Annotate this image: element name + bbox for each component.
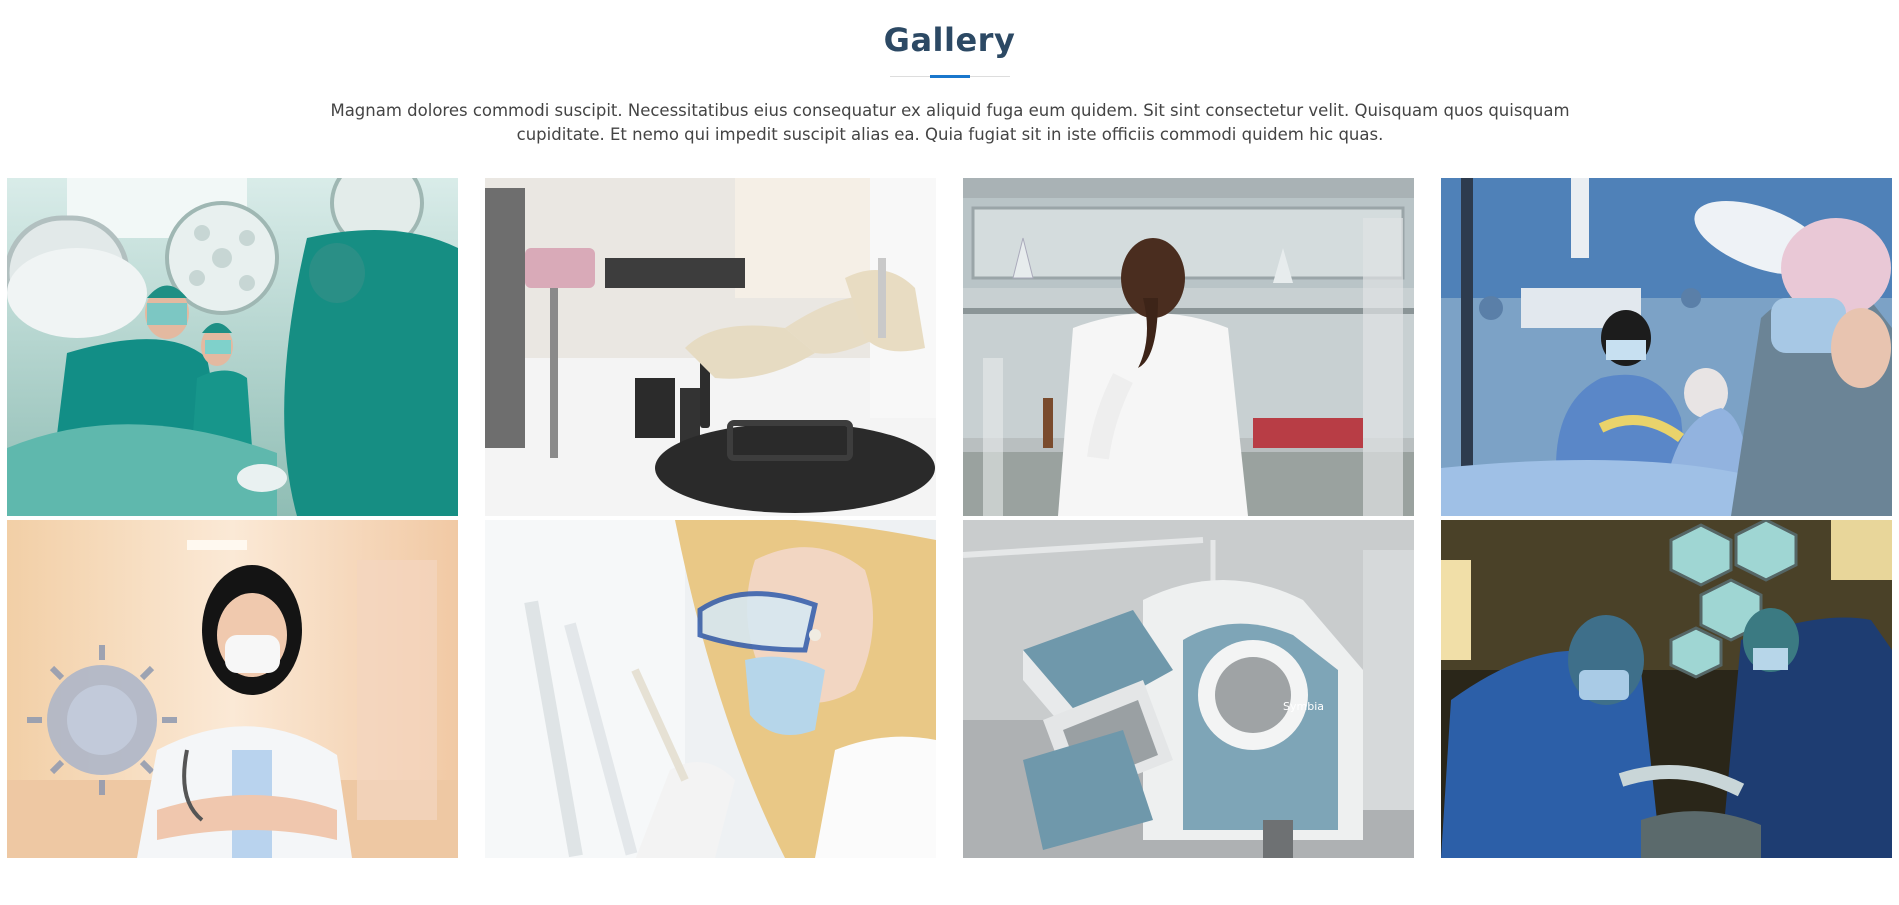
nurse-corridor-virus-photo (7, 520, 458, 858)
gallery-item[interactable] (485, 178, 936, 516)
section-title: Gallery (0, 18, 1899, 62)
surgical-team-blue-photo (1441, 178, 1892, 516)
gallery-item[interactable] (963, 178, 1414, 516)
section-description: Magnam dolores commodi suscipit. Necessi… (330, 101, 1570, 144)
gallery-item[interactable] (1441, 178, 1892, 516)
gallery-item[interactable] (7, 520, 458, 858)
page-title: Gallery (883, 21, 1016, 59)
gallery-item[interactable] (1441, 520, 1892, 858)
title-divider (0, 75, 1899, 79)
researcher-goggles-photo (485, 520, 936, 858)
surgeons-green-photo (7, 178, 458, 516)
lab-centrifuge-photo (485, 178, 936, 516)
gallery-item[interactable] (7, 178, 458, 516)
gallery-grid: Symbia (7, 178, 1894, 858)
gallery-item[interactable] (485, 520, 936, 858)
surgeons-operating-lights-photo (1441, 520, 1892, 858)
scientist-laboratory-photo (963, 178, 1414, 516)
divider-accent (930, 75, 970, 78)
scanner-label: Symbia (1283, 700, 1324, 713)
mri-scanner-photo: Symbia (963, 520, 1414, 858)
gallery-item[interactable]: Symbia (963, 520, 1414, 858)
